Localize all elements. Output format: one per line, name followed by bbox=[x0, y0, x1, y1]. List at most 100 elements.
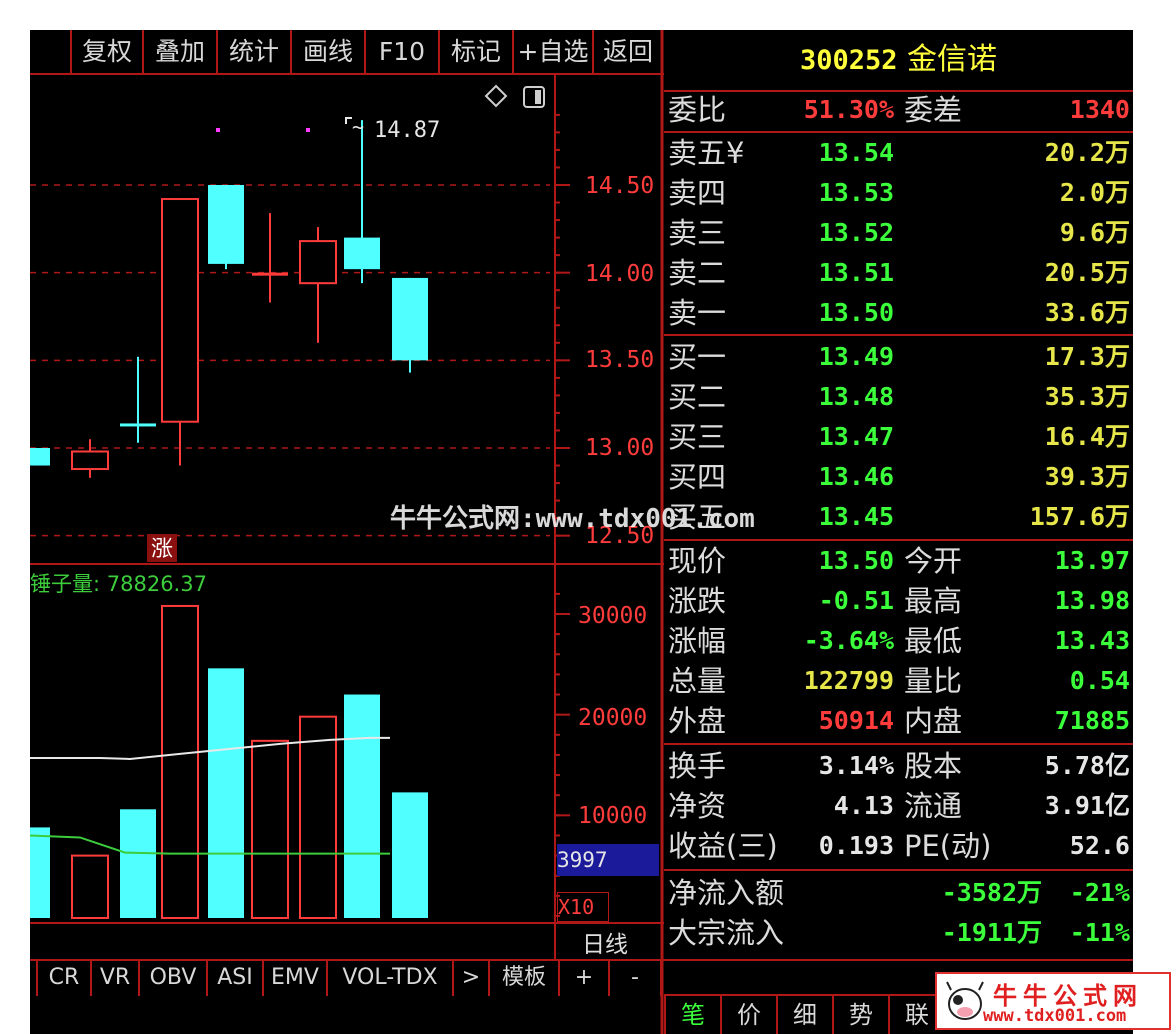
svg-text:~: ~ bbox=[352, 115, 364, 139]
price-axis-label: 13.00 bbox=[585, 435, 655, 461]
fundamental-value: 3.91亿 bbox=[1044, 791, 1130, 820]
sell-level-label: 卖五¥ bbox=[668, 136, 745, 170]
window-toggle-icon[interactable] bbox=[523, 86, 545, 108]
flow-label: 大宗流入 bbox=[668, 916, 785, 950]
candle-body bbox=[30, 448, 50, 466]
quote-value: 13.98 bbox=[1054, 586, 1130, 615]
sell-level-price[interactable]: 13.50 bbox=[770, 293, 894, 333]
buy-level-label: 买二 bbox=[668, 380, 727, 414]
quote-label: 今开 bbox=[904, 544, 963, 578]
weibi-value: 51.30% bbox=[803, 95, 894, 124]
tab-asi[interactable]: ASI bbox=[206, 960, 262, 996]
weicha-label: 委差 bbox=[904, 93, 963, 127]
stock-name: 金信诺 bbox=[907, 42, 998, 77]
quote-label: 最高 bbox=[904, 584, 963, 618]
quote-label: 最低 bbox=[904, 624, 963, 658]
tab-trades[interactable]: 笔 bbox=[664, 996, 720, 1034]
volume-bar bbox=[120, 809, 156, 918]
buy-level-label: 买一 bbox=[668, 340, 727, 374]
fundamental-label: PE(动) bbox=[904, 829, 992, 863]
volume-bar bbox=[251, 739, 289, 920]
template-button[interactable]: 模板 bbox=[488, 960, 558, 996]
buy-level-price[interactable]: 13.49 bbox=[770, 337, 894, 377]
volume-bar bbox=[208, 668, 244, 918]
sell-level-price[interactable]: 13.51 bbox=[770, 253, 894, 293]
stock-title: 300252 金信诺 bbox=[664, 30, 1133, 90]
buy-level-price[interactable]: 13.48 bbox=[770, 377, 894, 417]
fundamental-label: 净资 bbox=[668, 789, 727, 823]
sell-level-label: 卖一 bbox=[668, 296, 727, 330]
tab-vol-tdx[interactable]: VOL-TDX bbox=[326, 960, 452, 996]
quote-value: 50914 bbox=[818, 706, 894, 735]
buy-level-volume: 16.4万 bbox=[1044, 422, 1130, 451]
tab-trend[interactable]: 势 bbox=[832, 996, 888, 1034]
volume-bar bbox=[30, 827, 50, 918]
volume-multiplier: X10 bbox=[557, 892, 609, 922]
quote-label: 涨跌 bbox=[668, 584, 727, 618]
fundamental-value: 4.13 bbox=[833, 791, 894, 820]
buy-level-volume: 17.3万 bbox=[1044, 342, 1130, 371]
buy-level-label: 买四 bbox=[668, 460, 727, 494]
tab-obv[interactable]: OBV bbox=[138, 960, 206, 996]
fundamental-label: 流通 bbox=[904, 789, 963, 823]
candle-body bbox=[344, 237, 380, 270]
zoom-out-button[interactable]: - bbox=[608, 960, 662, 996]
quote-label: 外盘 bbox=[668, 704, 727, 738]
quote-label: 内盘 bbox=[904, 704, 963, 738]
volume-bar bbox=[161, 604, 199, 919]
cow-logo-icon bbox=[943, 978, 987, 1024]
buy-level-price[interactable]: 13.45 bbox=[770, 497, 894, 537]
candle-body bbox=[208, 185, 244, 264]
period-label[interactable]: 日线 bbox=[582, 925, 628, 959]
zhang-label: 涨 bbox=[151, 537, 173, 562]
more-tabs-button[interactable]: > bbox=[452, 960, 488, 996]
high-price-label: 14.87 bbox=[374, 118, 440, 143]
sell-level-label: 卖三 bbox=[668, 216, 727, 250]
sell-level-price[interactable]: 13.54 bbox=[770, 133, 894, 173]
tab-detail[interactable]: 细 bbox=[776, 996, 832, 1034]
fundamental-label: 换手 bbox=[668, 749, 727, 783]
quote-label: 量比 bbox=[904, 664, 963, 698]
zoom-in-button[interactable]: + bbox=[558, 960, 608, 996]
sell-level-volume: 9.6万 bbox=[1059, 218, 1130, 247]
flow-label: 净流入额 bbox=[668, 876, 785, 910]
volume-bar bbox=[344, 694, 380, 918]
buy-level-price[interactable]: 13.46 bbox=[770, 457, 894, 497]
buy-level-volume: 39.3万 bbox=[1044, 462, 1130, 491]
candle-body bbox=[161, 198, 199, 423]
sell-level-price[interactable]: 13.53 bbox=[770, 173, 894, 213]
volume-current-value: 3997 bbox=[557, 844, 659, 876]
sell-level-volume: 33.6万 bbox=[1044, 298, 1130, 327]
candle-body bbox=[71, 450, 109, 471]
volume-indicator-label: 锤子量: 78826.37 bbox=[30, 572, 207, 596]
volume-axis-label: 10000 bbox=[578, 803, 648, 829]
quote-value: 13.97 bbox=[1054, 546, 1130, 575]
flow-percent: -21% bbox=[1069, 878, 1130, 907]
site-logo: 牛牛公式网 www.tdx001.com bbox=[935, 972, 1171, 1030]
sell-level-label: 卖四 bbox=[668, 176, 727, 210]
tab-vr[interactable]: VR bbox=[90, 960, 138, 996]
tab-cr[interactable]: CR bbox=[36, 960, 90, 996]
stock-terminal: 复权 叠加 统计 画线 F10 标记 +自选 返回 ~ 14.87 涨 14.5… bbox=[30, 30, 1133, 1034]
diamond-icon[interactable] bbox=[484, 84, 508, 108]
sell-level-price[interactable]: 13.52 bbox=[770, 213, 894, 253]
sell-level-volume: 2.0万 bbox=[1059, 178, 1130, 207]
quote-value: 13.43 bbox=[1054, 626, 1130, 655]
fundamental-value: 52.6 bbox=[1069, 831, 1130, 860]
tab-price[interactable]: 价 bbox=[720, 996, 776, 1034]
quote-value: 13.50 bbox=[818, 546, 894, 575]
price-axis-label: 14.00 bbox=[585, 261, 655, 287]
flow-amount: -3582万 bbox=[941, 878, 1042, 907]
quote-value: 122799 bbox=[803, 666, 894, 695]
buy-level-volume: 35.3万 bbox=[1044, 382, 1130, 411]
flow-percent: -11% bbox=[1069, 918, 1130, 947]
volume-bar bbox=[299, 715, 337, 919]
buy-level-price[interactable]: 13.47 bbox=[770, 417, 894, 457]
volume-bar bbox=[71, 854, 109, 919]
signal-dot bbox=[216, 128, 220, 132]
signal-dot bbox=[306, 128, 310, 132]
tab-emv[interactable]: EMV bbox=[262, 960, 326, 996]
price-axis-label: 14.50 bbox=[585, 173, 655, 199]
volume-axis-label: 20000 bbox=[578, 705, 648, 731]
quote-value: -3.64% bbox=[803, 626, 894, 655]
